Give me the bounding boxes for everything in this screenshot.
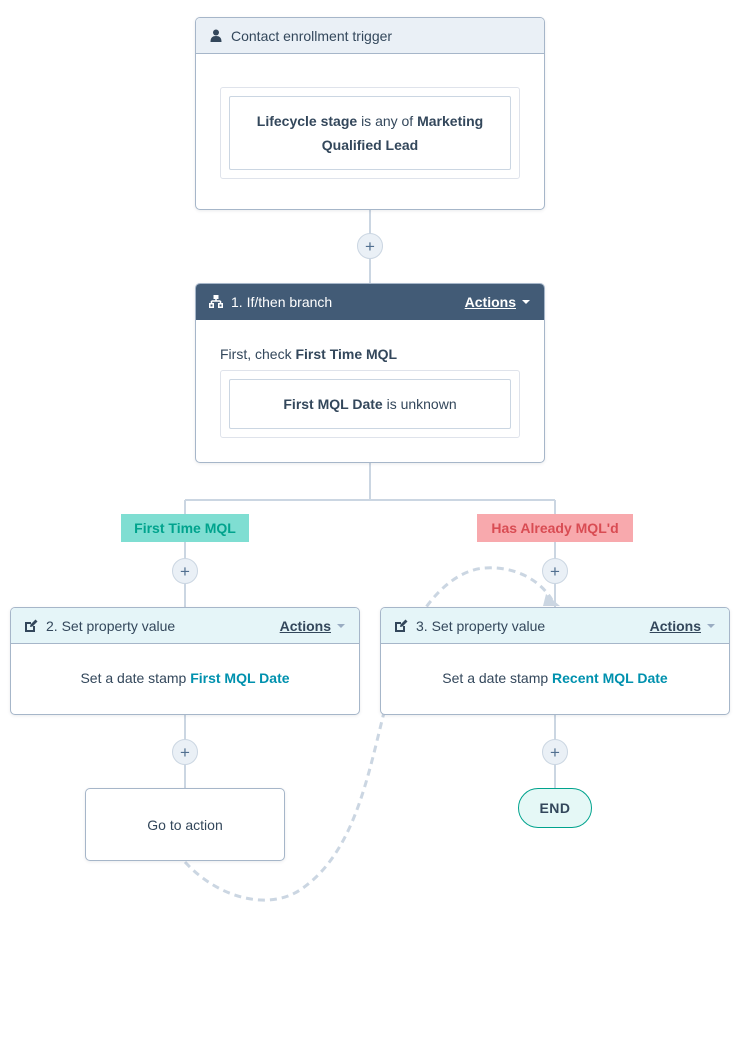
branch-actions-dropdown[interactable]: Actions: [465, 294, 530, 310]
action-2-text-prefix: Set a date stamp: [80, 670, 187, 686]
plus-icon: +: [180, 561, 190, 581]
plus-icon: +: [180, 742, 190, 762]
trigger-filter[interactable]: Lifecycle stage is any of Marketing Qual…: [229, 96, 511, 170]
actions-label: Actions: [464, 293, 516, 310]
plus-icon: +: [550, 742, 560, 762]
person-icon: [208, 28, 224, 44]
branch-icon: [208, 294, 224, 310]
action-3-title: 3. Set property value: [416, 617, 546, 634]
add-action-left-button[interactable]: +: [172, 558, 198, 584]
action-3-header: 3. Set property value Actions: [381, 608, 729, 644]
filter-value-line2: Qualified Lead: [321, 137, 419, 153]
goto-arrowhead: [543, 594, 560, 606]
branch-filter-group: First MQL Date is unknown: [220, 370, 520, 438]
go-to-action-card[interactable]: Go to action: [85, 788, 285, 861]
action-3-actions-dropdown[interactable]: Actions: [650, 618, 715, 634]
trigger-header: Contact enrollment trigger: [196, 18, 544, 54]
go-to-action-label: Go to action: [147, 816, 223, 833]
branch-filter-operator: is unknown: [386, 396, 457, 412]
branch-label-has-already-mqld: Has Already MQL'd: [477, 514, 633, 542]
check-prefix: First, check: [220, 346, 292, 362]
if-then-branch-card[interactable]: 1. If/then branch Actions First, check F…: [195, 283, 545, 463]
branch-label-first-time-mql: First Time MQL: [121, 514, 249, 542]
actions-label: Actions: [279, 617, 331, 634]
actions-label: Actions: [649, 617, 701, 634]
plus-icon: +: [365, 236, 375, 256]
edit-icon: [393, 618, 409, 634]
action-3-property-link[interactable]: Recent MQL Date: [552, 670, 668, 686]
add-action-right-button[interactable]: +: [542, 558, 568, 584]
set-property-card-3[interactable]: 3. Set property value Actions Set a date…: [380, 607, 730, 715]
add-action-after-2-button[interactable]: +: [172, 739, 198, 765]
action-2-description: Set a date stamp First MQL Date: [11, 670, 359, 686]
filter-value-line1: Marketing: [417, 113, 484, 129]
filter-property: Lifecycle stage: [256, 113, 358, 129]
add-action-button[interactable]: +: [357, 233, 383, 259]
branch-filter[interactable]: First MQL Date is unknown: [229, 379, 511, 429]
action-2-header: 2. Set property value Actions: [11, 608, 359, 644]
action-2-actions-dropdown[interactable]: Actions: [280, 618, 345, 634]
end-node: END: [518, 788, 592, 828]
caret-down-icon: [522, 299, 530, 304]
check-name: First Time MQL: [295, 346, 398, 362]
plus-icon: +: [550, 561, 560, 581]
caret-down-icon: [707, 623, 715, 628]
branch-header: 1. If/then branch Actions: [196, 284, 544, 320]
end-label: END: [539, 800, 571, 816]
add-action-after-3-button[interactable]: +: [542, 739, 568, 765]
branch-title: 1. If/then branch: [231, 293, 333, 310]
branch-check-text: First, check First Time MQL: [220, 346, 397, 362]
edit-icon: [23, 618, 39, 634]
action-2-title: 2. Set property value: [46, 617, 176, 634]
caret-down-icon: [337, 623, 345, 628]
enrollment-trigger-card[interactable]: Contact enrollment trigger Lifecycle sta…: [195, 17, 545, 210]
trigger-title: Contact enrollment trigger: [231, 27, 393, 44]
branch-filter-property: First MQL Date: [283, 396, 383, 412]
set-property-card-2[interactable]: 2. Set property value Actions Set a date…: [10, 607, 360, 715]
action-2-property-link[interactable]: First MQL Date: [190, 670, 289, 686]
trigger-filter-group: Lifecycle stage is any of Marketing Qual…: [220, 87, 520, 179]
action-3-text-prefix: Set a date stamp: [442, 670, 549, 686]
filter-operator: is any of: [361, 113, 414, 129]
action-3-description: Set a date stamp Recent MQL Date: [381, 670, 729, 686]
